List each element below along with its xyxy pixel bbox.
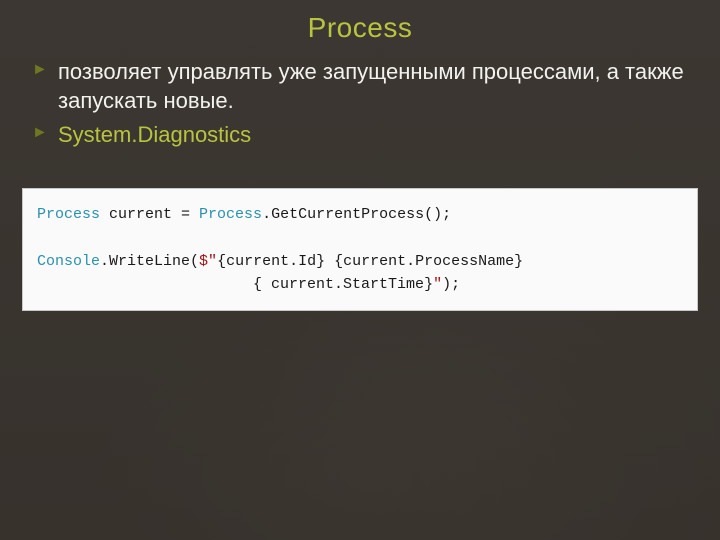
code-token: .GetCurrentProcess(); bbox=[262, 206, 451, 223]
code-token-string: $" bbox=[199, 253, 217, 270]
code-token-type: Process bbox=[37, 206, 100, 223]
code-block: Process current = Process.GetCurrentProc… bbox=[22, 188, 698, 311]
bullet-list: позволяет управлять уже запущенными проц… bbox=[0, 58, 720, 150]
code-token-type: Process bbox=[199, 206, 262, 223]
bullet-text: System.Diagnostics bbox=[58, 122, 251, 147]
code-token: { current.StartTime} bbox=[37, 276, 433, 293]
code-token-type: Console bbox=[37, 253, 100, 270]
code-token: {current.Id} {current.ProcessName} bbox=[217, 253, 523, 270]
slide-title: Process bbox=[0, 0, 720, 44]
slide: Process позволяет управлять уже запущенн… bbox=[0, 0, 720, 540]
code-token: ); bbox=[442, 276, 460, 293]
code-token-string: " bbox=[433, 276, 442, 293]
code-token: .WriteLine( bbox=[100, 253, 199, 270]
bullet-item: System.Diagnostics bbox=[30, 121, 690, 150]
bullet-item: позволяет управлять уже запущенными проц… bbox=[30, 58, 690, 115]
code-token: current = bbox=[100, 206, 199, 223]
bullet-text: позволяет управлять уже запущенными проц… bbox=[58, 59, 684, 113]
